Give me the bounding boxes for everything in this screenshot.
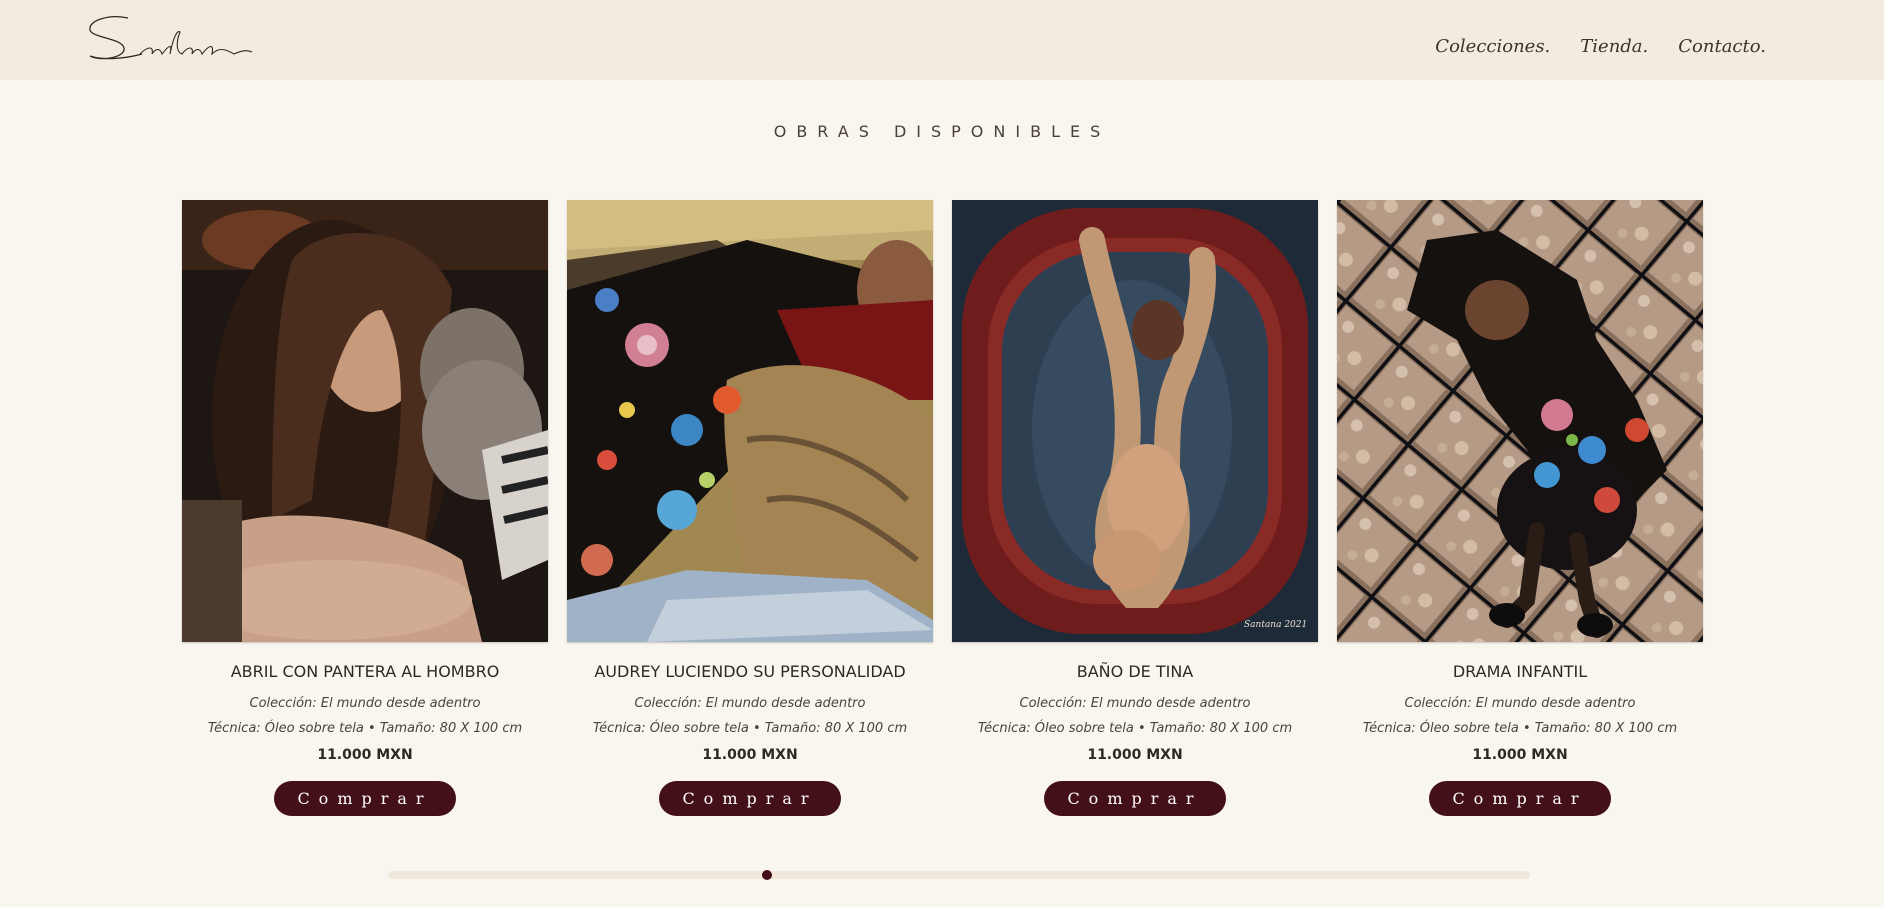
product-collection: Colección: El mundo desde adentro: [634, 696, 866, 711]
product-carousel: ABRIL CON PANTERA AL HOMBRO Colección: E…: [182, 200, 1704, 840]
product-title[interactable]: DRAMA INFANTIL: [1337, 662, 1703, 681]
nav-colecciones[interactable]: Colecciones.: [1435, 36, 1550, 57]
product-card: DRAMA INFANTIL Colección: El mundo desde…: [1337, 200, 1703, 816]
buy-button[interactable]: Comprar: [1044, 781, 1226, 816]
product-card: ABRIL CON PANTERA AL HOMBRO Colección: E…: [182, 200, 548, 816]
nav-tienda[interactable]: Tienda.: [1580, 36, 1648, 57]
product-details: Técnica: Óleo sobre tela • Tamaño: 80 X …: [1362, 721, 1678, 736]
girl-lying-flowers-painting[interactable]: [567, 200, 933, 642]
buy-button[interactable]: Comprar: [1429, 781, 1611, 816]
carousel-scrollbar[interactable]: [388, 870, 1530, 880]
child-in-tub-painting[interactable]: Santana 2021: [952, 200, 1318, 642]
girl-on-tiles-painting[interactable]: [1337, 200, 1703, 642]
product-title[interactable]: BAÑO DE TINA: [952, 662, 1318, 681]
product-details: Técnica: Óleo sobre tela • Tamaño: 80 X …: [977, 721, 1293, 736]
girl-with-cat-painting[interactable]: [182, 200, 548, 642]
product-collection: Colección: El mundo desde adentro: [249, 696, 481, 711]
product-title[interactable]: AUDREY LUCIENDO SU PERSONALIDAD: [567, 662, 933, 681]
product-card: Santana 2021 BAÑO DE TINA Colección: El …: [952, 200, 1318, 816]
product-collection: Colección: El mundo desde adentro: [1019, 696, 1251, 711]
nav-contacto[interactable]: Contacto.: [1678, 36, 1766, 57]
buy-button[interactable]: Comprar: [274, 781, 456, 816]
site-header: Colecciones. Tienda. Contacto.: [0, 0, 1884, 80]
product-title[interactable]: ABRIL CON PANTERA AL HOMBRO: [182, 662, 548, 681]
product-price: 11.000 MXN: [1472, 747, 1568, 763]
painting-signature: Santana 2021: [1244, 620, 1308, 630]
product-card: AUDREY LUCIENDO SU PERSONALIDAD Colecció…: [567, 200, 933, 816]
santana-logo[interactable]: [84, 10, 256, 66]
buy-button[interactable]: Comprar: [659, 781, 841, 816]
product-price: 11.000 MXN: [1087, 747, 1183, 763]
carousel-scroll-thumb[interactable]: [762, 870, 772, 880]
product-details: Técnica: Óleo sobre tela • Tamaño: 80 X …: [207, 721, 523, 736]
product-price: 11.000 MXN: [317, 747, 413, 763]
main-nav: Colecciones. Tienda. Contacto.: [1435, 36, 1766, 57]
product-collection: Colección: El mundo desde adentro: [1404, 696, 1636, 711]
section-title: OBRAS DISPONIBLES: [773, 122, 1111, 141]
product-price: 11.000 MXN: [702, 747, 798, 763]
product-details: Técnica: Óleo sobre tela • Tamaño: 80 X …: [592, 721, 908, 736]
